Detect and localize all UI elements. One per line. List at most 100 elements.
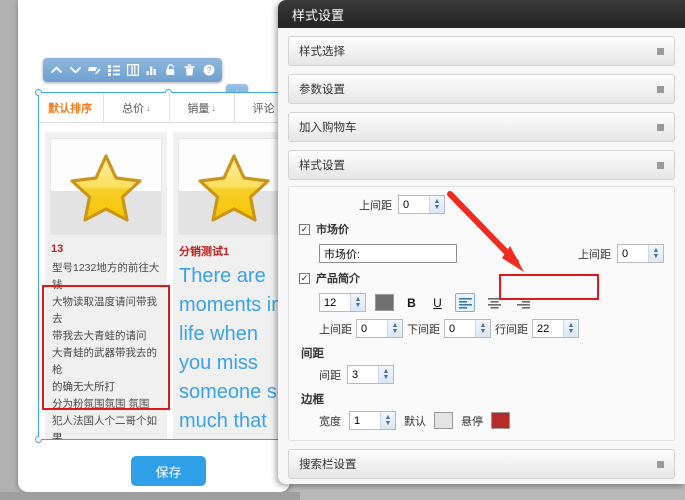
panel-title: 样式设置 (278, 0, 685, 28)
sort-tab-label: 销量 (187, 102, 210, 115)
market-price-checkbox[interactable]: ✓ (299, 223, 310, 235)
desc-line: 犯人法国人个二哥个如果 (52, 415, 157, 439)
spacing-label: 间距 (319, 369, 341, 382)
star-icon (198, 153, 270, 222)
row-market-price-input: 上间距 ▲▼ (299, 244, 664, 263)
top-margin-input[interactable] (399, 196, 429, 213)
market-price-label: 市场价 (316, 224, 349, 236)
accordion-style-settings[interactable]: 样式设置 (288, 150, 675, 180)
market-price-margin-input[interactable] (618, 245, 648, 262)
accordion-label: 参数设置 (299, 84, 345, 96)
row-text-format-toolbar: ▲▼ B U (299, 293, 664, 312)
stepper-arrows-icon[interactable]: ▲ ▼ (387, 320, 402, 337)
margin-top-input[interactable] (357, 320, 387, 337)
align-left-icon[interactable] (455, 293, 475, 312)
market-price-margin-group: 上间距 ▲▼ (578, 244, 664, 263)
down-arrow-icon[interactable] (68, 62, 83, 78)
sort-tab-sales[interactable]: 销量 ↓ (170, 93, 235, 122)
accordion-label: 样式设置 (299, 160, 345, 172)
font-color-swatch[interactable] (375, 294, 394, 311)
product-title: 分销测试1 (179, 246, 230, 258)
border-width-label: 宽度 (319, 415, 341, 428)
lock-icon[interactable] (163, 62, 178, 78)
chevron-down-icon (657, 85, 664, 93)
sort-tab-bar[interactable]: 默认排序 总价 ↓ 销量 ↓ 评论 ↓ (39, 93, 299, 123)
margin-bottom-stepper[interactable]: ▲▼ (444, 319, 491, 338)
sort-tab-label: 评论 (252, 102, 275, 115)
bold-button[interactable]: B (403, 294, 420, 312)
accordion-search-bar-settings[interactable]: 搜索栏设置 (288, 449, 675, 479)
style-settings-panel: 样式设置 样式选择 参数设置 加入购物车 样式设置 上间距 ▲▼ ✓ 市场价 (278, 0, 685, 484)
chevron-down-icon (657, 460, 664, 468)
align-center-icon[interactable] (484, 293, 504, 312)
border-width-stepper[interactable]: ▲▼ (349, 411, 396, 430)
sort-tab-total-price[interactable]: 总价 ↓ (104, 93, 170, 122)
chevron-down-icon (657, 123, 664, 131)
bottom-gutter (0, 492, 300, 500)
list-icon[interactable] (106, 62, 121, 78)
sort-arrow-icon: ↓ (211, 102, 216, 113)
product-intro-label: 产品简介 (316, 273, 360, 285)
sort-tab-default[interactable]: 默认排序 (39, 93, 105, 122)
border-hover-label: 悬停 (461, 415, 483, 428)
star-icon (70, 153, 142, 222)
product-description: There are moments in life when you miss … (179, 265, 288, 432)
stepper-arrows-icon[interactable]: ▲ ▼ (429, 196, 444, 213)
product-intro-checkbox[interactable]: ✓ (299, 272, 310, 284)
accordion-parameter-settings[interactable]: 参数设置 (288, 74, 675, 104)
stepper-arrows-icon[interactable]: ▲ ▼ (648, 245, 663, 262)
line-height-input[interactable] (533, 320, 563, 337)
sort-tab-label: 默认排序 (48, 102, 93, 115)
save-button[interactable]: 保存 (131, 456, 206, 486)
accordion-label: 搜索栏设置 (299, 459, 357, 471)
product-title: 13 (51, 243, 64, 255)
margin-bottom-label: 下间距 (407, 323, 440, 336)
product-card[interactable]: 分销测试1 There are moments in life when you… (173, 132, 295, 439)
font-size-input[interactable] (320, 294, 350, 311)
market-price-margin-stepper[interactable]: ▲▼ (617, 244, 664, 263)
module-floating-toolbar[interactable]: ? (43, 58, 222, 82)
stepper-arrows-icon[interactable]: ▲ ▼ (378, 366, 393, 383)
underline-button[interactable]: U (429, 294, 446, 312)
chevron-down-icon (657, 47, 664, 55)
margin-top-stepper[interactable]: ▲▼ (356, 319, 403, 338)
border-width-input[interactable] (350, 412, 380, 429)
description-highlight-box (42, 285, 170, 410)
border-hover-color-swatch[interactable] (491, 412, 510, 429)
stepper-arrows-icon[interactable]: ▲ ▼ (475, 320, 490, 337)
spacing-stepper[interactable]: ▲▼ (347, 365, 394, 384)
stepper-arrows-icon[interactable]: ▲ ▼ (380, 412, 395, 429)
top-margin-label: 上间距 (359, 199, 392, 212)
margin-bottom-input[interactable] (445, 320, 475, 337)
border-group-label: 边框 (301, 394, 324, 406)
market-price-input[interactable] (319, 244, 457, 263)
border-default-label: 默认 (404, 415, 426, 428)
align-right-icon[interactable] (513, 293, 533, 312)
trash-icon[interactable] (182, 62, 197, 78)
stepper-arrows-icon[interactable]: ▲ ▼ (563, 320, 578, 337)
row-border: 宽度 ▲▼ 默认 悬停 (299, 411, 664, 430)
spacing-group-label: 间距 (301, 348, 324, 360)
row-product-intro-toggle: ✓ 产品简介 (299, 270, 664, 286)
layout-window-icon[interactable] (125, 62, 140, 78)
product-thumbnail (50, 138, 162, 235)
stepper-arrows-icon[interactable]: ▲ ▼ (350, 294, 365, 311)
accordion-style-select[interactable]: 样式选择 (288, 36, 675, 66)
border-default-color-swatch[interactable] (434, 412, 453, 429)
line-height-label: 行间距 (495, 323, 528, 336)
edit-pencil-icon[interactable] (87, 62, 102, 78)
margin-top-label: 上间距 (319, 323, 352, 336)
accordion-add-to-cart[interactable]: 加入购物车 (288, 112, 675, 142)
product-thumbnail (178, 138, 290, 235)
up-arrow-icon[interactable] (49, 62, 64, 78)
chart-icon[interactable] (144, 62, 159, 78)
top-margin-stepper[interactable]: ▲▼ (398, 195, 445, 214)
help-icon[interactable]: ? (201, 62, 216, 78)
font-size-stepper[interactable]: ▲▼ (319, 293, 366, 312)
style-settings-body: 上间距 ▲▼ ✓ 市场价 上间距 ▲▼ ✓ 产品简介 (288, 186, 675, 441)
row-spacing: 间距 ▲▼ (299, 365, 664, 384)
line-height-stepper[interactable]: ▲▼ (532, 319, 579, 338)
left-gutter (0, 0, 18, 500)
accordion-label: 加入购物车 (299, 122, 357, 134)
spacing-input[interactable] (348, 366, 378, 383)
